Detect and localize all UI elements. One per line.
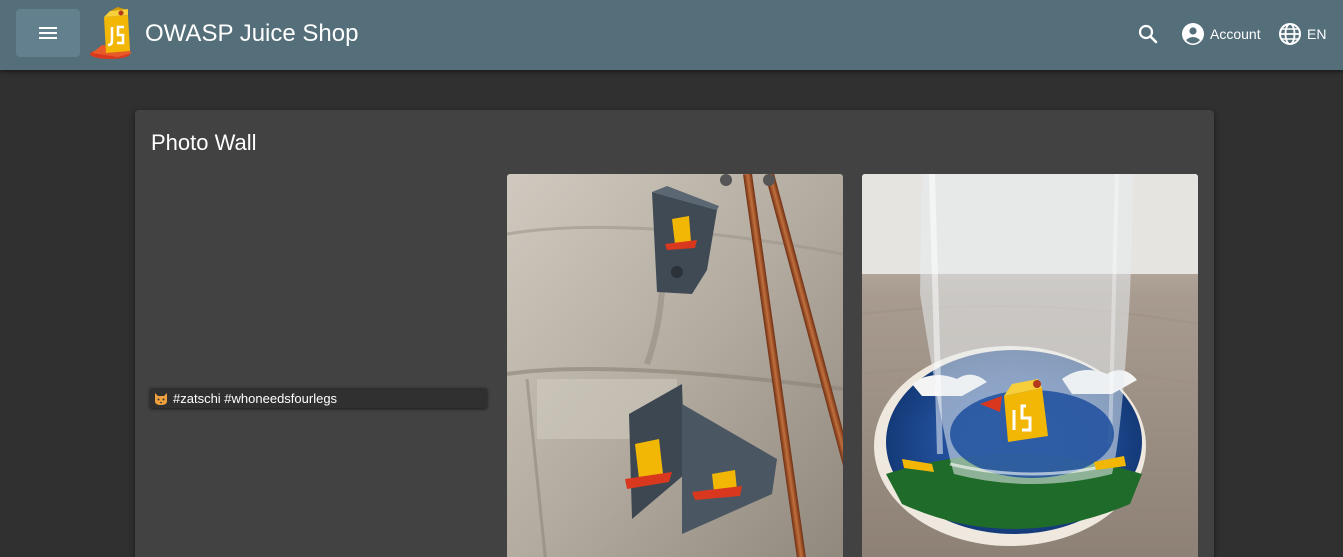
account-label: Account	[1210, 26, 1261, 42]
stickers-on-brackets-image	[507, 174, 843, 557]
page-title: Photo Wall	[151, 130, 257, 155]
language-globe-icon	[1279, 23, 1301, 45]
app-title[interactable]: OWASP Juice Shop	[145, 20, 358, 48]
coaster-under-glass-image	[862, 174, 1198, 557]
cat-face-icon	[155, 393, 167, 405]
photo-wall-card: Photo Wall #zatschi #whoneedsfourlegs	[135, 110, 1214, 557]
juice-shop-logo[interactable]	[88, 5, 138, 60]
language-button[interactable]: EN	[1278, 20, 1326, 48]
search-icon[interactable]	[1134, 20, 1162, 48]
memory-caption: #zatschi #whoneedsfourlegs	[150, 388, 487, 408]
memory-photo[interactable]	[862, 174, 1198, 557]
menu-button[interactable]	[16, 9, 80, 57]
language-label: EN	[1307, 26, 1327, 42]
account-circle-icon	[1182, 23, 1204, 45]
menu-icon	[39, 27, 57, 39]
memory-photo[interactable]	[507, 174, 843, 557]
top-toolbar: OWASP Juice Shop Account EN	[0, 0, 1343, 70]
memory-caption-text: #zatschi #whoneedsfourlegs	[173, 390, 338, 406]
account-button[interactable]: Account	[1181, 20, 1261, 48]
